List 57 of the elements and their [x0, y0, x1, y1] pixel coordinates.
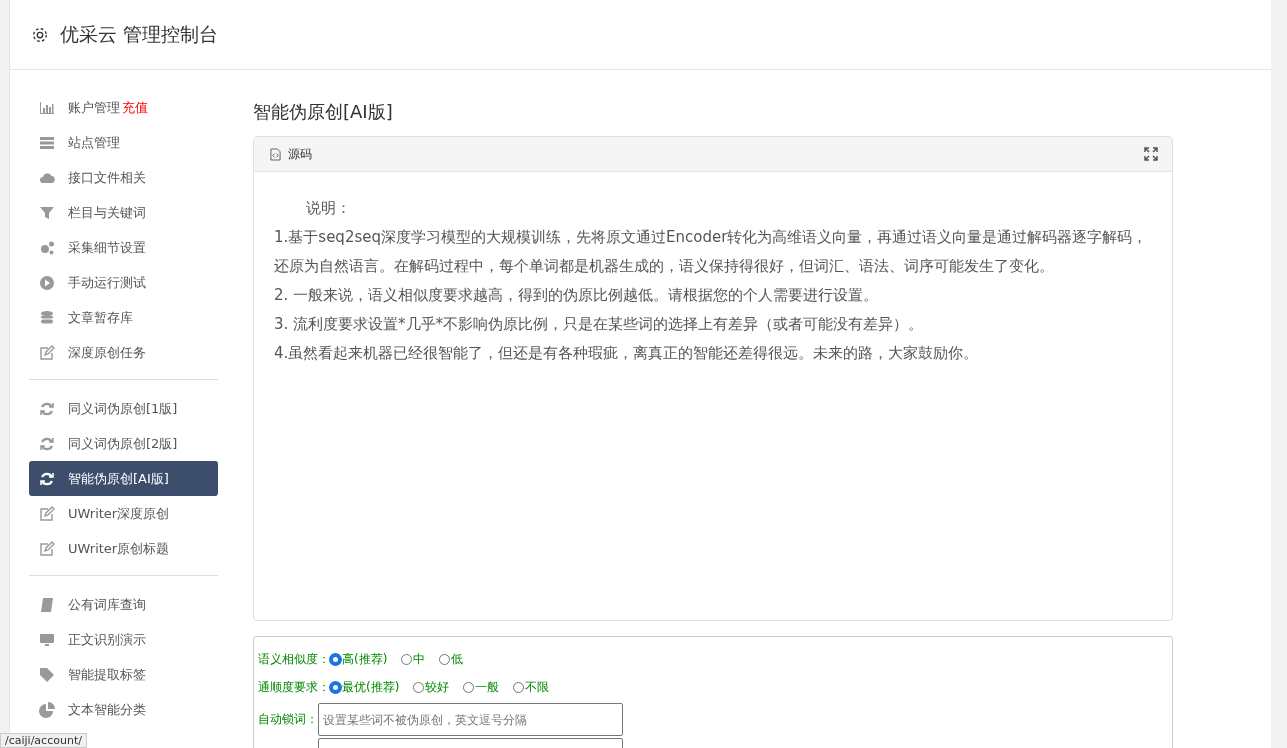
monitor-icon — [39, 631, 55, 648]
database-icon — [39, 309, 55, 326]
radio-button[interactable] — [330, 653, 341, 665]
description-text: 3. 流利度要求设置*几乎*不影响伪原比例，只是在某些词的选择上有差异（或者可能没有差异）。 — [274, 314, 925, 335]
sidebar-item[interactable]: 同义词伪原创[2版] — [29, 426, 218, 461]
refresh-icon — [39, 435, 55, 452]
sidebar-item[interactable]: 同义词伪原创[1版] — [29, 391, 218, 426]
refresh-icon — [39, 470, 55, 487]
radio-option[interactable]: 最优(推荐) — [330, 678, 400, 696]
refresh-icon — [39, 400, 55, 417]
app-title: 优采云 管理控制台 — [60, 21, 219, 47]
sidebar-item[interactable]: 账户管理 充值 — [29, 90, 218, 125]
sidebar-item[interactable]: 正文识别演示 — [29, 622, 218, 657]
sidebar-item[interactable]: 公有词库查询 — [29, 587, 218, 622]
radio-option[interactable]: 不限 — [513, 678, 550, 696]
filter-icon — [39, 204, 55, 221]
sidebar-item[interactable]: UWriter原创标题 — [29, 531, 218, 566]
sidebar-item[interactable]: 栏目与关键词 — [29, 195, 218, 230]
radio-option[interactable]: 中 — [401, 650, 426, 668]
settings-icon — [31, 25, 49, 44]
radio-option[interactable]: 高(推荐) — [330, 650, 388, 668]
recharge-link[interactable]: 充值 — [122, 98, 148, 117]
description-text: 1.基于seq2seq深度学习模型的大规模训练，先将原文通过Encoder转化为高维语义向量，再通过语义向量是通过解码器逐字解码，还原为自然语言。在解码过程中，每个单词都是机器生成的，语义保持得很好，但词汇、语法、词序可能发生了变化。 — [274, 227, 1149, 277]
radio-option[interactable]: 较好 — [413, 678, 450, 696]
pie-icon — [39, 701, 55, 718]
sidebar-item[interactable]: 深度原创任务 — [29, 335, 218, 370]
edit-icon — [39, 505, 55, 522]
fullscreen-icon[interactable] — [1144, 147, 1158, 161]
file-code-icon — [270, 147, 281, 161]
field-label: 自动锁词： — [258, 711, 318, 728]
page-title: 智能伪原创[AI版] — [253, 100, 394, 124]
play-icon — [39, 274, 55, 291]
sidebar-item[interactable]: 手动运行测试 — [29, 265, 218, 300]
source-tab[interactable]: 源码 — [288, 145, 312, 163]
sidebar-item[interactable]: 采集细节设置 — [29, 230, 218, 265]
url-tooltip: /caiji/account/ — [0, 733, 87, 748]
edit-icon — [39, 344, 55, 361]
tag-icon — [39, 666, 55, 683]
sidebar-item[interactable]: 智能提取标签 — [29, 657, 218, 692]
sidebar-item[interactable]: 文章暂存库 — [29, 300, 218, 335]
field-label: 语义相似度： — [258, 650, 330, 668]
description-text: 说明： — [305, 198, 352, 219]
radio-option[interactable]: 低 — [439, 650, 464, 668]
sidebar-item[interactable]: 接口文件相关 — [29, 160, 218, 195]
lock-words-field[interactable]: 设置某些词不被伪原创，英文逗号分隔 — [318, 703, 623, 736]
description-text: 2. 一般来说，语义相似度要求越高，得到的伪原比例越低。请根据您的个人需要进行设置。 — [274, 285, 880, 306]
server-icon — [39, 134, 55, 151]
field-label: 通顺度要求： — [258, 678, 330, 696]
edit-icon — [39, 540, 55, 557]
sidebar-item[interactable]: 站点管理 — [29, 125, 218, 160]
radio-button[interactable] — [330, 681, 341, 693]
sidebar-item[interactable]: 智能伪原创[AI版] — [29, 461, 218, 496]
sidebar-item[interactable]: UWriter深度原创 — [29, 496, 218, 531]
sidebar-item[interactable]: 文本智能分类 — [29, 692, 218, 727]
radio-option[interactable]: 一般 — [463, 678, 500, 696]
description-text: 4.虽然看起来机器已经很智能了，但还是有各种瑕疵，离真正的智能还差得很远。未来的路，大家鼓励你。 — [274, 343, 980, 364]
chart-icon — [39, 99, 55, 116]
